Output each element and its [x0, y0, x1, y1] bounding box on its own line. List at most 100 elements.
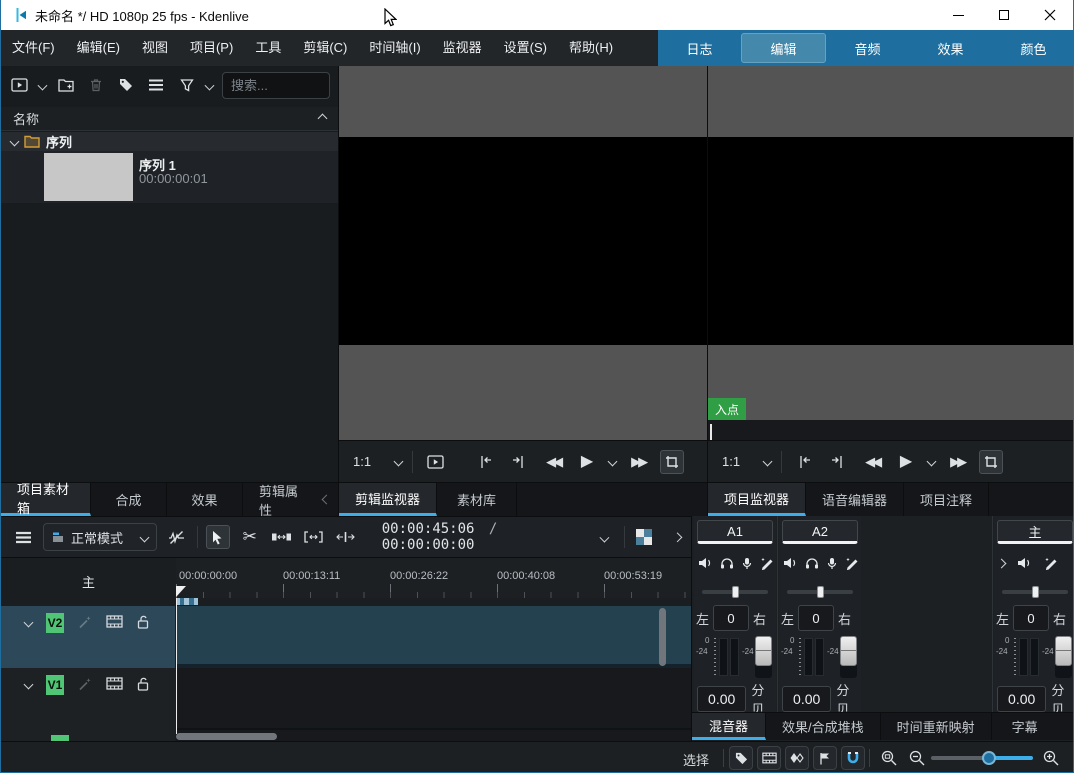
filter-dropdown-icon[interactable]	[205, 80, 215, 90]
volume-db-value[interactable]: 0.00	[697, 686, 746, 712]
toolbar-overflow-icon[interactable]	[673, 532, 683, 542]
timeline-horizontal-scrollbar[interactable]	[176, 733, 277, 740]
bin-column-header[interactable]: 名称	[1, 107, 338, 131]
zoom-dropdown-icon[interactable]	[763, 457, 773, 467]
track-collapse-icon[interactable]	[24, 680, 34, 690]
collapse-mixer-icon[interactable]	[997, 558, 1007, 568]
tab-time-remap[interactable]: 时间重新映射	[881, 713, 992, 740]
rewind-icon[interactable]: ◀◀	[541, 450, 565, 474]
track-effects-icon[interactable]	[78, 615, 92, 629]
clip-thumbnail[interactable]	[44, 153, 133, 201]
set-in-point-icon[interactable]	[792, 450, 816, 474]
balance-slider[interactable]	[702, 586, 768, 598]
playhead-flag[interactable]	[176, 586, 186, 597]
mute-icon[interactable]	[783, 557, 798, 569]
rewind-icon[interactable]: ◀◀	[860, 450, 884, 474]
snap-magnet-button[interactable]	[841, 746, 865, 770]
menu-clip[interactable]: 剪辑(C)	[292, 30, 358, 66]
record-icon[interactable]	[741, 557, 753, 570]
timeline-timecode[interactable]: 00:00:45:06 / 00:00:00:00	[382, 521, 587, 553]
timeline-master-label[interactable]: 主	[82, 572, 95, 591]
volume-fader[interactable]	[1055, 636, 1072, 678]
folder-expand-icon[interactable]	[10, 137, 20, 147]
monitor-zoom-level[interactable]: 1:1	[722, 454, 740, 469]
bin-menu-icon[interactable]	[146, 74, 167, 96]
zoom-dropdown-icon[interactable]	[394, 457, 404, 467]
clip-monitor-video[interactable]	[339, 137, 707, 345]
timeline-menu-icon[interactable]	[11, 525, 35, 549]
track-v2-badge[interactable]: V2	[46, 613, 64, 633]
add-clip-icon[interactable]	[9, 74, 30, 96]
tab-speech-editor[interactable]: 语音编辑器	[806, 483, 904, 516]
monitor-zoom-level[interactable]: 1:1	[353, 454, 371, 469]
track-v2-header[interactable]: V2	[1, 606, 175, 668]
record-icon[interactable]	[826, 557, 838, 570]
zoom-out-icon[interactable]	[905, 746, 929, 770]
solo-icon[interactable]	[805, 557, 819, 569]
razor-tool-icon[interactable]: ✂	[238, 525, 262, 549]
tab-scroll-left-icon[interactable]	[322, 495, 332, 505]
tab-project-bin[interactable]: 项目素材箱	[1, 483, 91, 516]
add-clip-dropdown-icon[interactable]	[38, 80, 48, 90]
menu-settings[interactable]: 设置(S)	[493, 30, 558, 66]
menu-tools[interactable]: 工具	[244, 30, 292, 66]
workspace-tab-logging[interactable]: 日志	[658, 30, 741, 66]
balance-slider[interactable]	[787, 586, 853, 598]
set-out-point-icon[interactable]	[826, 450, 850, 474]
delete-icon[interactable]	[85, 74, 106, 96]
collapse-icon[interactable]	[318, 114, 328, 124]
close-button[interactable]	[1027, 0, 1073, 30]
play-options-icon[interactable]	[927, 457, 937, 467]
mixed-audio-video-icon[interactable]	[165, 525, 189, 549]
tab-library[interactable]: 素材库	[437, 483, 517, 516]
play-icon[interactable]: ▶	[575, 450, 599, 474]
balance-value[interactable]: 0	[1013, 605, 1049, 631]
timeline-preview-icon[interactable]	[632, 525, 656, 549]
volume-db-value[interactable]: 0.00	[782, 686, 831, 712]
play-icon[interactable]: ▶	[894, 450, 918, 474]
track-type-video-icon[interactable]	[106, 615, 123, 628]
timeline-zone-bar[interactable]	[176, 598, 198, 605]
tag-icon[interactable]	[116, 74, 137, 96]
monitor-playhead[interactable]	[710, 424, 712, 440]
track-lock-icon[interactable]	[137, 677, 149, 691]
zoom-in-icon[interactable]	[1039, 746, 1063, 770]
volume-db-value[interactable]: 0.00	[997, 686, 1046, 712]
channel-name-button[interactable]: A2	[782, 520, 858, 544]
workspace-tab-audio[interactable]: 音频	[826, 30, 909, 66]
set-out-point-icon[interactable]	[507, 450, 531, 474]
tab-project-monitor[interactable]: 项目监视器	[708, 483, 806, 516]
zoom-fit-icon[interactable]	[877, 746, 901, 770]
track-lock-icon[interactable]	[137, 615, 149, 629]
project-monitor-ruler[interactable]	[708, 420, 1074, 440]
bin-folder-row[interactable]: 序列	[1, 132, 338, 151]
timeline-ruler[interactable]: 00:00:00:00 00:00:13:11 00:00:26:22 00:0…	[176, 558, 691, 598]
minimize-button[interactable]	[935, 0, 981, 30]
set-in-point-icon[interactable]	[473, 450, 497, 474]
effects-icon[interactable]	[845, 557, 859, 570]
timecode-dropdown-icon[interactable]	[599, 532, 609, 542]
tab-mixer[interactable]: 混音器	[692, 713, 766, 740]
tab-compositions[interactable]: 合成	[91, 483, 167, 516]
track-v2-area[interactable]	[176, 606, 691, 668]
select-tool-icon[interactable]	[206, 525, 230, 549]
search-input[interactable]	[222, 72, 330, 99]
monitor-overlay-icon[interactable]	[423, 450, 447, 474]
balance-value[interactable]: 0	[713, 605, 749, 631]
tab-clip-properties[interactable]: 剪辑属性	[243, 483, 315, 516]
effects-icon[interactable]	[1044, 557, 1058, 570]
menu-help[interactable]: 帮助(H)	[558, 30, 624, 66]
balance-slider[interactable]	[1002, 586, 1068, 598]
menu-timeline[interactable]: 时间轴(I)	[358, 30, 431, 66]
track-v1-badge[interactable]: V1	[46, 675, 64, 695]
zone-mode-icon[interactable]	[979, 450, 1003, 474]
timeline-vertical-scrollbar[interactable]	[659, 608, 666, 666]
track-collapse-icon[interactable]	[24, 618, 34, 628]
track-type-video-icon[interactable]	[106, 677, 123, 690]
tab-subtitles[interactable]: 字幕	[992, 713, 1058, 740]
effects-icon[interactable]	[760, 557, 774, 570]
menu-file[interactable]: 文件(F)	[1, 30, 66, 66]
channel-name-button[interactable]: A1	[697, 520, 773, 544]
menu-monitor[interactable]: 监视器	[432, 30, 493, 66]
project-monitor-video[interactable]	[708, 137, 1074, 345]
